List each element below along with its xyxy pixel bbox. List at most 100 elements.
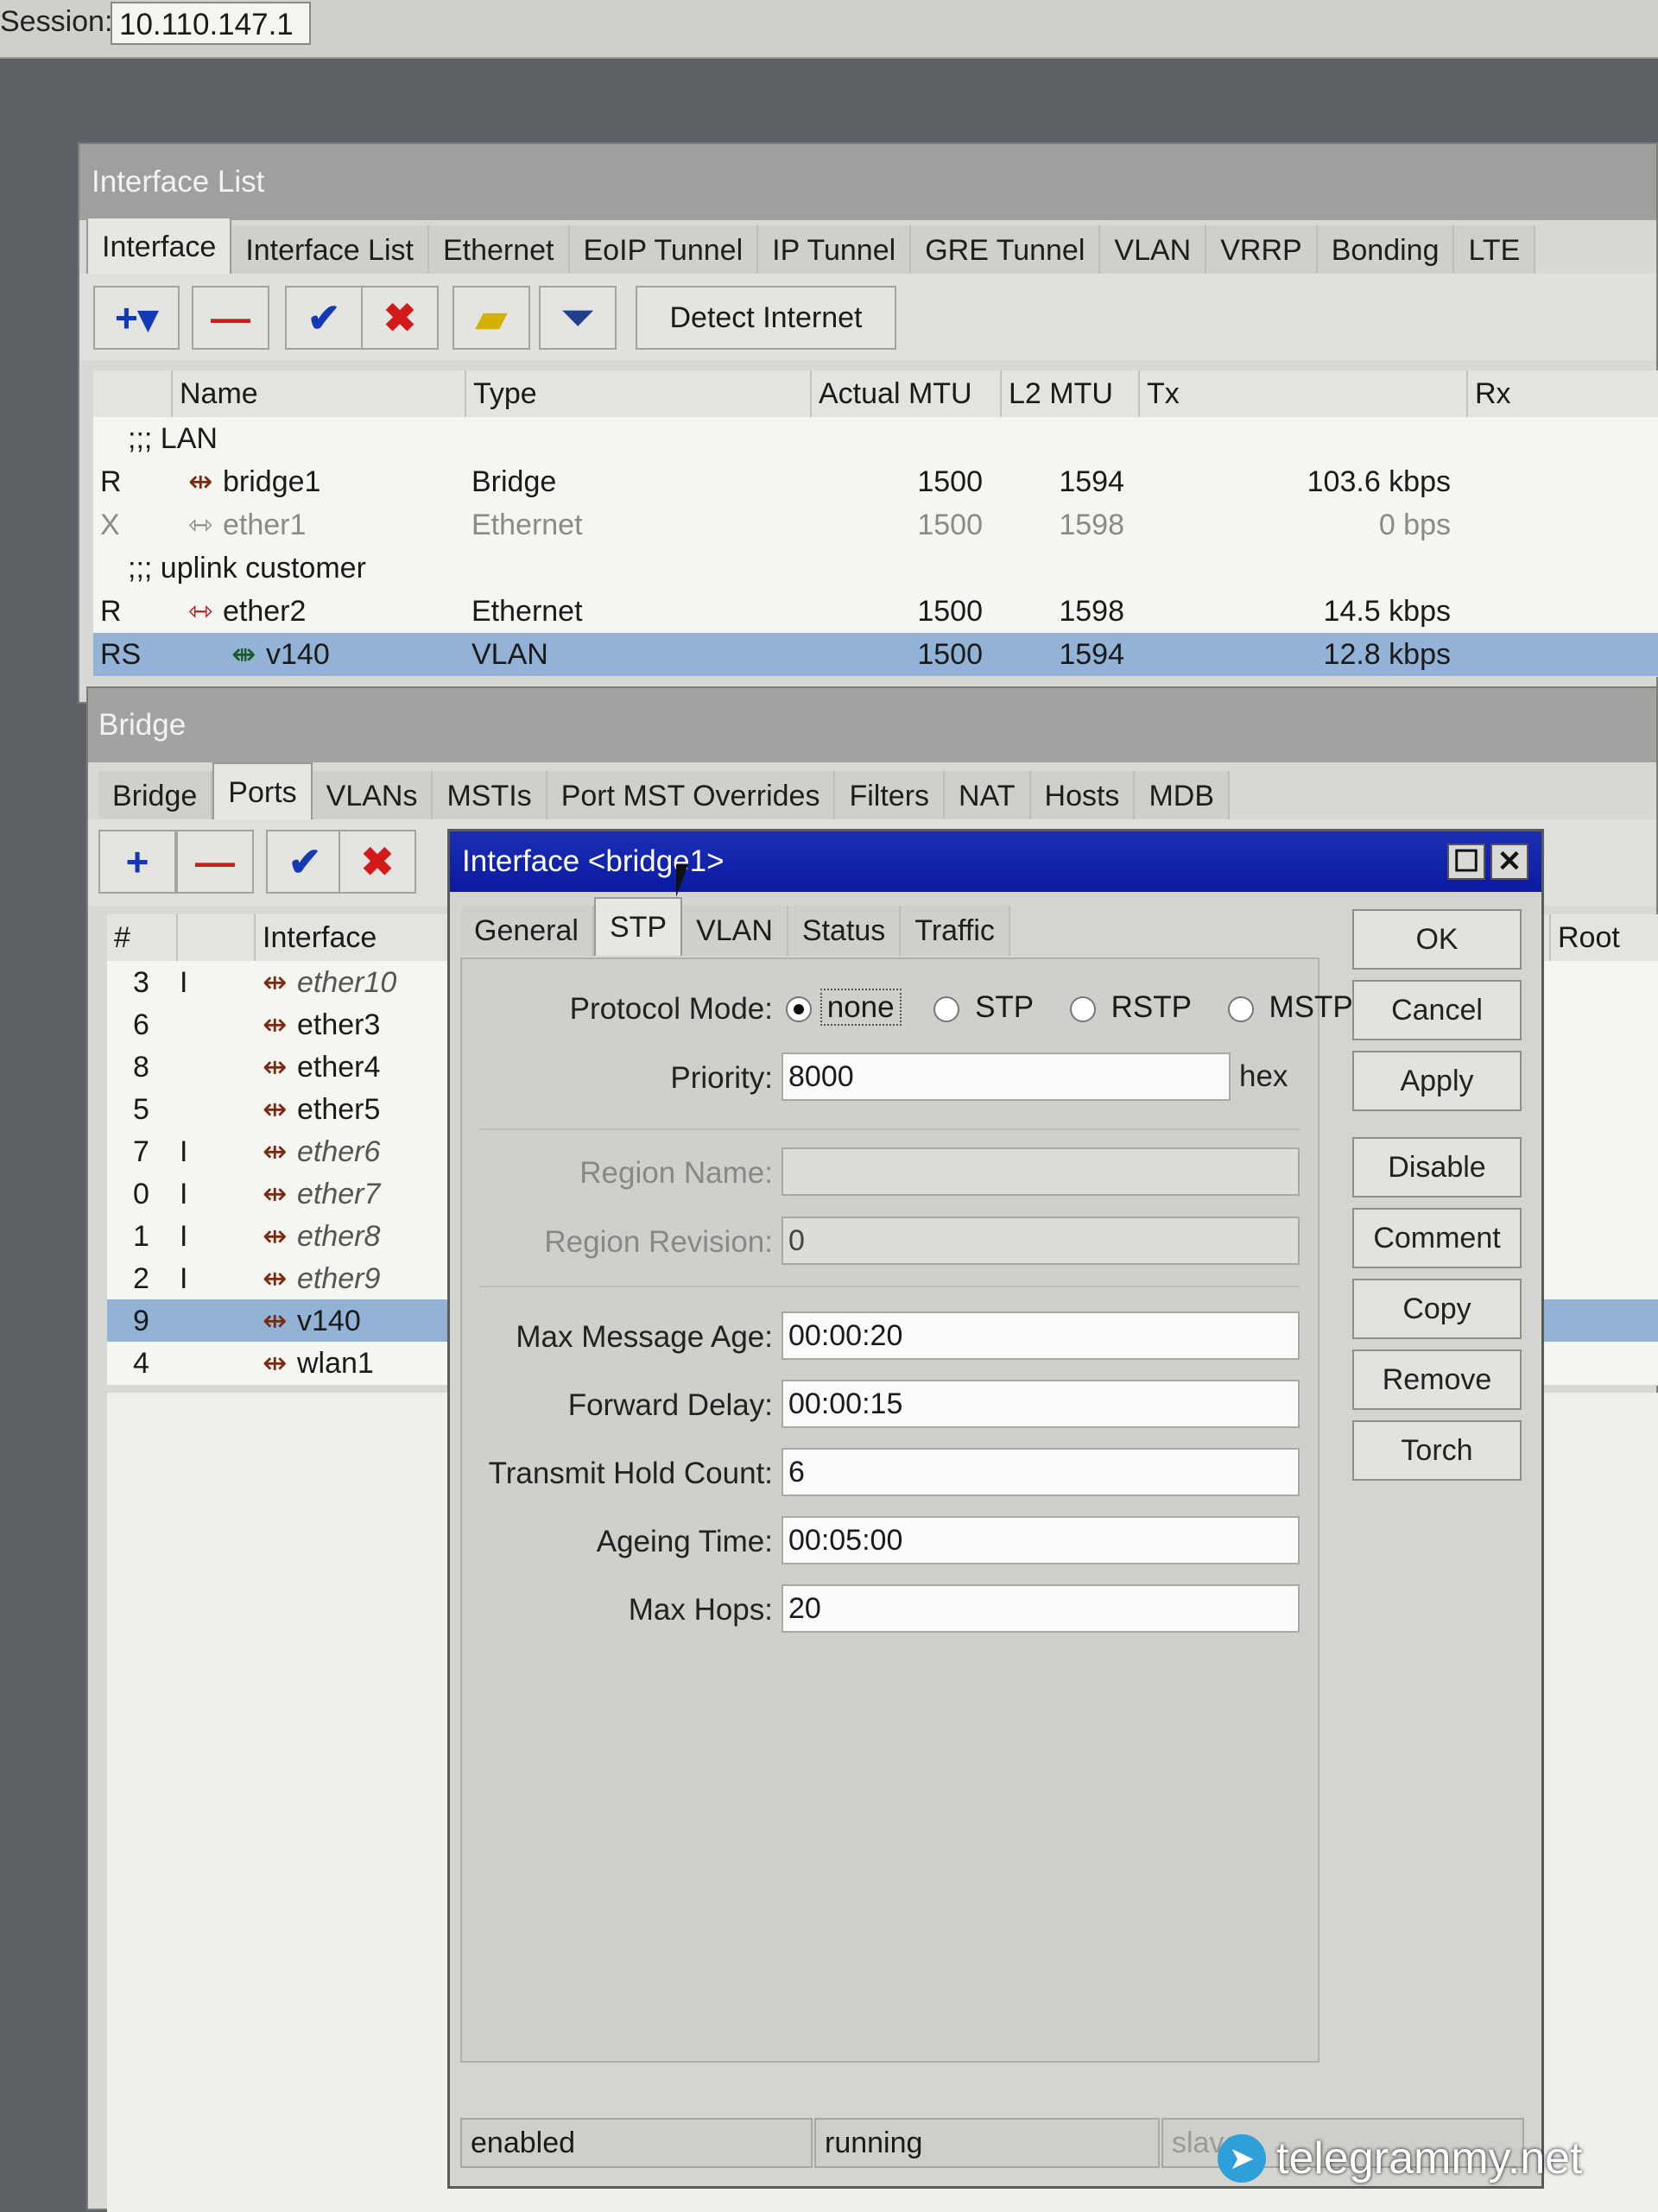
tab-filters[interactable]: Filters bbox=[835, 771, 946, 821]
enable-port-button[interactable]: ✔ bbox=[266, 830, 344, 894]
flag-cell: R bbox=[100, 465, 122, 498]
comment-text: ;;; uplink customer bbox=[128, 552, 366, 585]
status-enabled: enabled bbox=[460, 2118, 813, 2168]
ageing-time-input[interactable]: 00:05:00 bbox=[782, 1516, 1300, 1564]
filter-button[interactable]: ⏷ bbox=[539, 286, 617, 350]
ok-button[interactable]: OK bbox=[1352, 909, 1522, 970]
flag-cell: R bbox=[100, 595, 122, 628]
number-cell: 4 bbox=[133, 1347, 149, 1380]
flag-column-header bbox=[176, 914, 254, 961]
comment-text: ;;; LAN bbox=[128, 422, 218, 455]
comment-button[interactable]: ▰ bbox=[452, 286, 530, 350]
radio-rstp[interactable] bbox=[1069, 995, 1096, 1022]
tab-interface-list[interactable]: Interface List bbox=[231, 225, 429, 275]
tab-lte[interactable]: LTE bbox=[1454, 225, 1536, 275]
session-label: Session: bbox=[0, 5, 113, 38]
radio-none[interactable] bbox=[786, 995, 812, 1022]
tab-traffic[interactable]: Traffic bbox=[901, 906, 1010, 956]
tab-bonding[interactable]: Bonding bbox=[1317, 225, 1455, 275]
dialog-title-bar[interactable]: Interface <bridge1> bbox=[450, 831, 1541, 892]
session-address-field[interactable]: 10.110.147.1 bbox=[111, 2, 311, 45]
name-cell: v140 bbox=[266, 638, 330, 671]
tab-ip-tunnel[interactable]: IP Tunnel bbox=[758, 225, 912, 275]
interface-column-header[interactable]: Interface bbox=[254, 914, 478, 961]
table-row[interactable]: ;;; LAN bbox=[93, 417, 1658, 461]
remove-button[interactable]: Remove bbox=[1352, 1349, 1522, 1410]
region-name-input[interactable] bbox=[782, 1147, 1300, 1196]
minus-icon: — bbox=[195, 839, 235, 884]
max-hops-label: Max Hops: bbox=[628, 1593, 773, 1627]
mtu-cell: 1500 bbox=[917, 638, 983, 671]
enable-button[interactable]: ✔ bbox=[285, 286, 363, 350]
table-row[interactable]: RS ⇼ v140 VLAN 1500 1594 12.8 kbps bbox=[93, 633, 1658, 677]
tab-vlans[interactable]: VLANs bbox=[312, 771, 433, 821]
tab-stp[interactable]: STP bbox=[593, 897, 683, 956]
disable-button[interactable]: ✖ bbox=[361, 286, 439, 350]
type-column-header[interactable]: Type bbox=[465, 370, 810, 417]
torch-button[interactable]: Torch bbox=[1352, 1420, 1522, 1481]
cancel-button[interactable]: Cancel bbox=[1352, 980, 1522, 1040]
apply-button[interactable]: Apply bbox=[1352, 1051, 1522, 1111]
tx-column-header[interactable]: Tx bbox=[1138, 370, 1466, 417]
tab-mstis[interactable]: MSTIs bbox=[433, 771, 547, 821]
name-column-header[interactable]: Name bbox=[171, 370, 465, 417]
bridge-title: Bridge bbox=[88, 688, 1656, 762]
root-path-column-header[interactable]: Root Pat bbox=[1549, 914, 1658, 1001]
port-icon: ⇹ bbox=[263, 1220, 288, 1253]
tab-general[interactable]: General bbox=[460, 906, 594, 956]
tab-hosts[interactable]: Hosts bbox=[1030, 771, 1136, 821]
tab-ethernet[interactable]: Ethernet bbox=[428, 225, 570, 275]
max-hops-input[interactable]: 20 bbox=[782, 1584, 1300, 1633]
forward-delay-input[interactable]: 00:00:15 bbox=[782, 1380, 1300, 1428]
region-revision-input[interactable]: 0 bbox=[782, 1217, 1300, 1265]
tab-nat[interactable]: NAT bbox=[945, 771, 1031, 821]
tab-eoip-tunnel[interactable]: EoIP Tunnel bbox=[569, 225, 759, 275]
radio-mstp[interactable] bbox=[1227, 995, 1254, 1022]
minus-icon: — bbox=[211, 295, 250, 340]
check-icon: ✔ bbox=[307, 295, 341, 340]
interface-cell: ether10 bbox=[297, 966, 397, 999]
tab-interface[interactable]: Interface bbox=[86, 217, 232, 275]
add-port-button[interactable]: + bbox=[98, 830, 176, 894]
name-cell: ether1 bbox=[223, 509, 307, 541]
table-row[interactable]: X ⇿ ether1 Ethernet 1500 1598 0 bps bbox=[93, 503, 1658, 547]
copy-button[interactable]: Copy bbox=[1352, 1279, 1522, 1339]
tab-bridge[interactable]: Bridge bbox=[98, 771, 213, 821]
close-button[interactable]: ✕ bbox=[1490, 844, 1528, 880]
transmit-hold-count-input[interactable]: 6 bbox=[782, 1448, 1300, 1496]
max-message-age-input[interactable]: 00:00:20 bbox=[782, 1311, 1300, 1360]
table-row[interactable]: R ⇹ bridge1 Bridge 1500 1594 103.6 kbps bbox=[93, 460, 1658, 504]
disable-port-button[interactable]: ✖ bbox=[339, 830, 416, 894]
number-column-header[interactable]: # bbox=[107, 914, 176, 961]
tab-vlan[interactable]: VLAN bbox=[1100, 225, 1207, 275]
interface-grid-header: Name Type Actual MTU L2 MTU Tx Rx bbox=[93, 370, 1658, 419]
table-row[interactable]: R ⇿ ether2 Ethernet 1500 1598 14.5 kbps bbox=[93, 590, 1658, 634]
type-cell: Ethernet bbox=[471, 595, 583, 628]
remove-port-button[interactable]: — bbox=[176, 830, 254, 894]
tab-vrrp[interactable]: VRRP bbox=[1206, 225, 1318, 275]
tab-ports[interactable]: Ports bbox=[212, 762, 313, 821]
add-button[interactable]: +▾ bbox=[93, 286, 180, 350]
actual-mtu-column-header[interactable]: Actual MTU bbox=[810, 370, 1000, 417]
tab-mdb[interactable]: MDB bbox=[1135, 771, 1230, 821]
rx-column-header[interactable]: Rx bbox=[1466, 370, 1658, 417]
tab-status[interactable]: Status bbox=[788, 906, 902, 956]
disable-button[interactable]: Disable bbox=[1352, 1137, 1522, 1198]
mouse-cursor-icon bbox=[676, 864, 688, 897]
comment-button[interactable]: Comment bbox=[1352, 1208, 1522, 1268]
priority-input[interactable]: 8000 bbox=[782, 1052, 1231, 1101]
tab-port-mst-overrides[interactable]: Port MST Overrides bbox=[547, 771, 836, 821]
remove-button[interactable]: — bbox=[192, 286, 269, 350]
tab-vlan[interactable]: VLAN bbox=[682, 906, 788, 956]
priority-label: Priority: bbox=[670, 1061, 773, 1095]
port-icon: ⇹ bbox=[263, 1262, 288, 1295]
l2-mtu-column-header[interactable]: L2 MTU bbox=[1000, 370, 1138, 417]
tab-gre-tunnel[interactable]: GRE Tunnel bbox=[911, 225, 1101, 275]
maximize-button[interactable]: ☐ bbox=[1447, 844, 1485, 880]
radio-stp[interactable] bbox=[933, 995, 960, 1022]
port-icon: ⇹ bbox=[263, 1135, 288, 1168]
flag-cell: I bbox=[180, 966, 188, 999]
detect-internet-button[interactable]: Detect Internet bbox=[636, 286, 896, 350]
mtu-cell: 1500 bbox=[917, 595, 983, 628]
table-row[interactable]: ;;; uplink customer bbox=[93, 547, 1658, 591]
